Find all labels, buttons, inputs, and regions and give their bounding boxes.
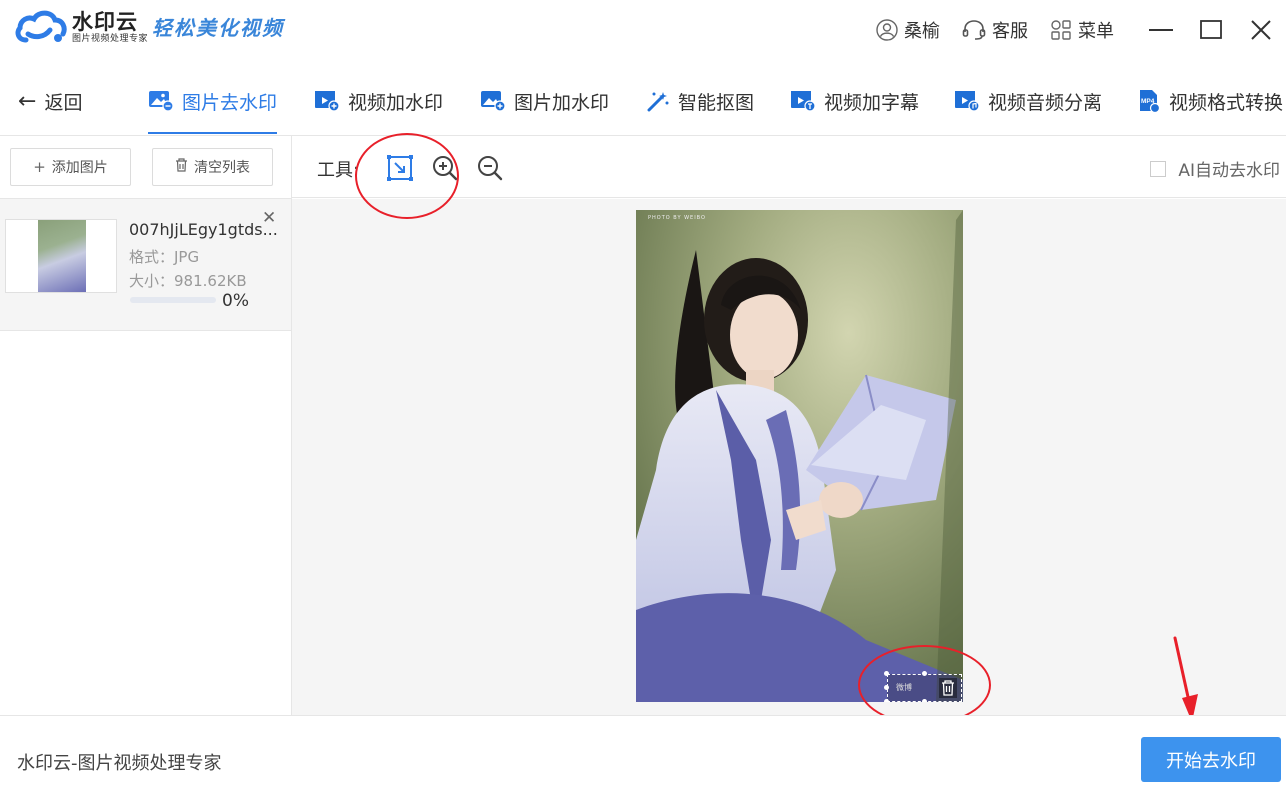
ai-auto-remove-label: AI自动去水印 [1178,161,1280,181]
add-image-button[interactable]: + 添加图片 [10,148,131,186]
photo-caption: PHOTO BY WEIBO [648,215,706,221]
user-button[interactable]: 桑榆 [876,17,940,43]
function-nav-bar: ← 返回 图片去水印 视频加水印 图片加水印 智能抠图 视频加字幕 视频音频分离… [0,66,1286,136]
resize-handle[interactable] [922,699,927,702]
active-tab-indicator [148,132,277,134]
app-slogan: 轻松美化视频 [152,16,284,40]
add-image-label: 添加图片 [51,160,108,176]
footer-bar: 水印云-图片视频处理专家 开始去水印 [0,715,1286,790]
zoom-out-button[interactable] [476,154,504,182]
select-area-tool[interactable] [386,154,414,182]
user-name: 桑榆 [904,21,940,42]
delete-selection-button[interactable] [939,678,957,702]
maximize-button[interactable] [1186,0,1236,60]
video-subtitle-icon [791,91,816,112]
tab-video-format-convert[interactable]: MP4 视频格式转换 [1137,86,1283,116]
maximize-icon [1200,20,1222,39]
minimize-button[interactable] [1136,0,1186,60]
footer-status-text: 水印云-图片视频处理专家 [17,753,222,774]
menu-button[interactable]: 菜单 [1050,17,1114,43]
tab-smart-cutout[interactable]: 智能抠图 [646,86,754,116]
arrow-left-icon: ← [18,89,37,114]
headset-icon [962,20,986,40]
zoom-in-button[interactable] [431,154,459,182]
tab-label: 视频音频分离 [988,91,1103,114]
file-list-item[interactable]: 007hJjLEgy1gtds... 格式：JPG 大小：981.62KB [0,199,291,331]
app-subtitle: 图片视频处理专家 [72,34,149,44]
plus-icon: + [33,158,46,176]
close-icon [1251,20,1271,40]
tool-bar: 工具: AI自动去水印 [292,136,1286,198]
photo-illustration [636,210,963,702]
grid-menu-icon [1051,20,1071,40]
back-button[interactable]: ← 返回 [18,88,82,115]
cloud-logo-icon [14,8,68,48]
app-logo: 水印云 图片视频处理专家 [14,8,148,48]
watermark-text: 微博 [896,683,912,692]
clear-list-button[interactable]: 清空列表 [152,148,273,186]
image-remove-icon [149,91,174,112]
customer-service-label: 客服 [992,21,1028,42]
video-add-icon [315,91,340,112]
tab-label: 智能抠图 [678,91,755,114]
resize-handle[interactable] [884,699,889,702]
image-add-icon [481,91,506,112]
trash-icon [175,158,188,176]
file-size: 大小：981.62KB [129,272,247,290]
tab-label: 图片加水印 [514,91,610,114]
tab-label: 视频加水印 [348,91,444,114]
tab-image-add-watermark[interactable]: 图片加水印 [480,86,609,116]
tab-video-audio-separate[interactable]: 视频音频分离 [954,86,1102,116]
tab-image-remove-watermark[interactable]: 图片去水印 [148,86,277,116]
file-thumbnail [5,219,117,293]
resize-handle[interactable] [922,671,927,676]
resize-handle[interactable] [884,671,889,676]
tools-label: 工具: [317,160,360,181]
checkbox-box[interactable] [1150,160,1167,177]
tab-label: 图片去水印 [182,91,278,114]
ai-auto-remove-checkbox[interactable]: AI自动去水印 [1150,156,1280,181]
annotation-arrow [1173,636,1198,722]
file-list-panel: + 添加图片 清空列表 007hJjLEgy1gtds... 格式：JPG 大小… [0,136,292,715]
preview-image[interactable]: PHOTO BY WEIBO 微博 [636,210,963,702]
minimize-icon [1149,29,1173,31]
file-name: 007hJjLEgy1gtds... [129,220,278,239]
video-audio-icon [955,91,980,112]
progress-percent: 0% [222,291,249,311]
file-progress-bar [130,297,216,303]
file-format: 格式：JPG [129,248,200,266]
mp4-icon: MP4 [1140,90,1161,113]
select-area-icon [387,155,413,181]
zoom-in-icon [433,156,458,181]
close-window-button[interactable] [1236,0,1286,60]
back-label: 返回 [44,92,83,114]
preview-canvas[interactable]: PHOTO BY WEIBO 微博 [292,199,1286,715]
app-name: 水印云 [72,10,138,34]
title-bar: 水印云 图片视频处理专家 轻松美化视频 桑榆 客服 菜单 [0,0,1286,60]
trash-icon [939,678,957,698]
user-icon [876,19,898,41]
clear-list-label: 清空列表 [194,160,250,176]
resize-handle[interactable] [884,685,889,690]
tab-label: 视频加字幕 [824,91,920,114]
menu-label: 菜单 [1078,21,1114,42]
tab-video-add-watermark[interactable]: 视频加水印 [314,86,443,116]
customer-service-button[interactable]: 客服 [962,17,1028,43]
zoom-out-icon [478,156,503,181]
magic-wand-icon [647,92,669,112]
tab-video-subtitle[interactable]: 视频加字幕 [790,86,919,116]
start-remove-watermark-button[interactable]: 开始去水印 [1141,737,1281,782]
tab-label: 视频格式转换 [1169,91,1284,114]
remove-file-icon[interactable]: ✕ [262,208,276,228]
